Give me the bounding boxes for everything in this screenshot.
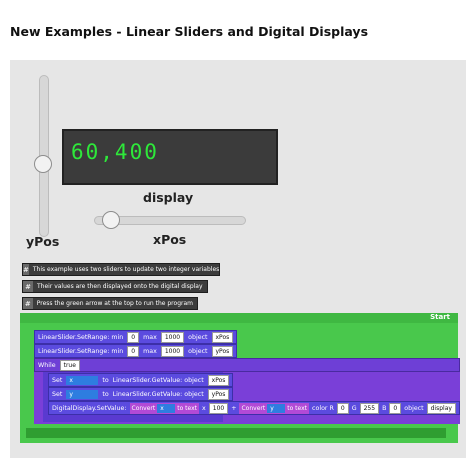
- while-block[interactable]: While true: [34, 358, 460, 372]
- comment-text: This example uses two sliders to update …: [32, 266, 220, 273]
- comment-block[interactable]: # Their values are then displayed onto t…: [22, 280, 208, 293]
- multiply-operator: x: [202, 404, 206, 412]
- start-block-header: Start: [20, 313, 458, 323]
- convert-y-block[interactable]: Convert y to text: [239, 402, 309, 414]
- hash-icon: #: [23, 281, 33, 292]
- object-label: object: [188, 333, 208, 341]
- constant-value[interactable]: 100: [208, 402, 229, 414]
- max-label: max: [143, 347, 157, 355]
- setrange-ypos-block[interactable]: LinearSlider.SetRange: min 0 max 1000 ob…: [34, 344, 238, 358]
- display-label: display: [143, 190, 194, 205]
- plus-operator: +: [231, 404, 237, 412]
- block-fn-label: LinearSlider.SetRange: min: [38, 347, 124, 355]
- comment-block[interactable]: # This example uses two sliders to updat…: [22, 263, 220, 276]
- block-fn-label: LinearSlider.SetRange: min: [38, 333, 124, 341]
- ypos-slider-thumb[interactable]: [34, 155, 52, 173]
- xpos-label: xPos: [153, 232, 187, 247]
- max-value[interactable]: 1000: [160, 345, 185, 357]
- color-b-value[interactable]: 0: [389, 402, 402, 414]
- setrange-xpos-block[interactable]: LinearSlider.SetRange: min 0 max 1000 ob…: [34, 330, 238, 344]
- color-g-label: G: [351, 404, 357, 412]
- getvalue-fn-label: LinearSlider.GetValue: object: [112, 390, 204, 398]
- convert-label: Convert: [131, 404, 156, 412]
- comment-text: Their values are then displayed onto the…: [37, 283, 203, 290]
- max-label: max: [143, 333, 157, 341]
- to-label: to: [102, 390, 109, 398]
- page-title: New Examples - Linear Sliders and Digita…: [10, 24, 369, 39]
- object-value[interactable]: xPos: [207, 374, 230, 386]
- set-x-block[interactable]: Set x to LinearSlider.GetValue: object x…: [48, 373, 234, 387]
- display-value: 60,400: [71, 140, 159, 164]
- setvalue-block[interactable]: DigitalDisplay.SetValue: Convert x to te…: [48, 401, 460, 415]
- object-value[interactable]: display: [426, 402, 456, 414]
- program-canvas: yPos 60,400 display xPos # This example …: [10, 60, 466, 458]
- comment-text: Press the green arrow at the top to run …: [36, 300, 193, 307]
- object-label: object: [188, 347, 208, 355]
- variable-y[interactable]: y: [267, 403, 286, 413]
- set-y-block[interactable]: Set y to LinearSlider.GetValue: object y…: [48, 387, 234, 401]
- object-label: object: [404, 404, 424, 412]
- while-condition[interactable]: true: [59, 359, 80, 371]
- set-label: Set: [52, 390, 63, 398]
- digital-display: 60,400: [62, 129, 278, 185]
- while-label: While: [38, 361, 56, 369]
- to-text-label: to text: [177, 404, 198, 412]
- min-value[interactable]: 0: [127, 345, 140, 357]
- start-label: Start: [430, 313, 450, 321]
- color-r-value[interactable]: 0: [336, 402, 349, 414]
- max-value[interactable]: 1000: [160, 331, 185, 343]
- to-label: to: [102, 376, 109, 384]
- set-label: Set: [52, 376, 63, 384]
- variable-x[interactable]: x: [66, 375, 99, 385]
- start-block-footer: [26, 428, 446, 438]
- to-text-label: to text: [287, 404, 307, 412]
- hash-icon: #: [23, 298, 33, 309]
- setvalue-fn-label: DigitalDisplay.SetValue:: [52, 404, 127, 412]
- color-r-label: color R: [312, 404, 334, 412]
- color-b-label: B: [382, 404, 387, 412]
- object-value[interactable]: xPos: [211, 331, 234, 343]
- convert-label: Convert: [241, 404, 266, 412]
- object-value[interactable]: yPos: [207, 388, 230, 400]
- xpos-slider-thumb[interactable]: [102, 211, 120, 229]
- variable-y[interactable]: y: [66, 389, 99, 399]
- object-value[interactable]: yPos: [211, 345, 234, 357]
- comment-block[interactable]: # Press the green arrow at the top to ru…: [22, 297, 198, 310]
- color-g-value[interactable]: 255: [359, 402, 380, 414]
- variable-x[interactable]: x: [157, 403, 176, 413]
- getvalue-fn-label: LinearSlider.GetValue: object: [112, 376, 204, 384]
- min-value[interactable]: 0: [127, 331, 140, 343]
- convert-x-block[interactable]: Convert x to text: [129, 402, 200, 414]
- ypos-label: yPos: [26, 234, 60, 249]
